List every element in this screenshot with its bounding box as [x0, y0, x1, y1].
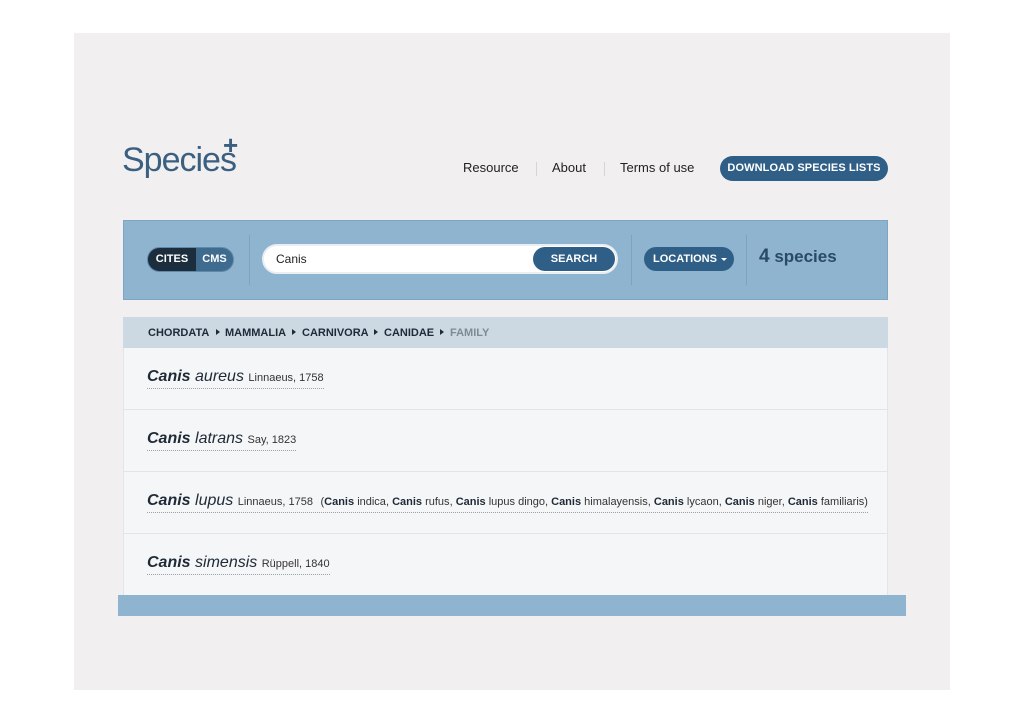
taxon-link[interactable]: Canis latrans Say, 1823	[147, 430, 297, 451]
breadcrumb-arrow-icon	[374, 329, 378, 335]
synonym-list: (Canis indica, Canis rufus, Canis lupus …	[317, 496, 868, 508]
taxon-epithet: latrans	[195, 430, 244, 447]
convention-toggle: CITES CMS	[147, 247, 234, 272]
locations-dropdown[interactable]: LOCATIONS	[644, 247, 734, 271]
breadcrumb-carnivora[interactable]: CARNIVORA	[302, 326, 369, 340]
breadcrumb-arrow-icon	[216, 329, 220, 335]
breadcrumb-mammalia[interactable]: MAMMALIA	[225, 326, 286, 340]
breadcrumb-arrow-icon	[292, 329, 296, 335]
breadcrumb-chordata[interactable]: CHORDATA	[148, 326, 209, 340]
nav-about[interactable]: About	[552, 159, 586, 177]
synonym-name: himalayensis	[584, 496, 648, 508]
toggle-cms[interactable]: CMS	[196, 248, 233, 271]
taxon-epithet: lupus	[195, 492, 234, 509]
taxon-author: Rüppell, 1840	[261, 558, 330, 570]
synonym-genus: Canis	[653, 496, 684, 508]
download-species-lists-button[interactable]: DOWNLOAD SPECIES LISTS	[720, 156, 888, 181]
taxon-genus: Canis	[147, 554, 191, 571]
footer-band	[118, 595, 906, 616]
nav-divider	[536, 162, 537, 176]
list-item: Canis latrans Say, 1823	[123, 410, 888, 472]
list-item: Canis aureus Linnaeus, 1758	[123, 348, 888, 410]
divider	[631, 235, 632, 285]
synonym-genus: Canis	[392, 496, 423, 508]
synonym-name: niger	[757, 496, 782, 508]
taxon-author: Linnaeus, 1758	[237, 496, 313, 508]
nav-terms-of-use[interactable]: Terms of use	[620, 159, 694, 177]
taxon-link[interactable]: Canis aureus Linnaeus, 1758	[147, 368, 324, 389]
taxon-genus: Canis	[147, 430, 191, 447]
synonym-name: rufus	[425, 496, 450, 508]
species-count-number: 4	[759, 246, 770, 267]
synonym-genus: Canis	[551, 496, 582, 508]
divider	[746, 235, 747, 285]
taxon-link[interactable]: Canis simensis Rüppell, 1840	[147, 554, 330, 575]
toggle-cites[interactable]: CITES	[148, 248, 196, 271]
breadcrumb-arrow-icon	[440, 329, 444, 335]
synonym-name: lycaon	[686, 496, 719, 508]
site-logo[interactable]: Species	[122, 141, 237, 179]
taxon-genus: Canis	[147, 492, 191, 509]
taxon-author: Say, 1823	[247, 434, 297, 446]
synonym-name: familiaris	[820, 496, 865, 508]
nav-divider	[604, 162, 605, 176]
synonym-genus: Canis	[455, 496, 486, 508]
list-item: Canis lupus Linnaeus, 1758 (Canis indica…	[123, 472, 888, 534]
synonym-genus: Canis	[724, 496, 755, 508]
taxon-link[interactable]: Canis lupus Linnaeus, 1758 (Canis indica…	[147, 492, 868, 513]
nav-resource[interactable]: Resource	[463, 159, 519, 177]
search-button[interactable]: SEARCH	[533, 247, 615, 271]
breadcrumb-rank-family: FAMILY	[450, 327, 490, 339]
breadcrumb-canidae[interactable]: CANIDAE	[384, 326, 434, 340]
taxon-epithet: aureus	[195, 368, 244, 385]
taxon-epithet: simensis	[195, 554, 258, 571]
species-count-unit: species	[774, 247, 837, 266]
taxon-genus: Canis	[147, 368, 191, 385]
synonym-genus: Canis	[787, 496, 818, 508]
list-item: Canis simensis Rüppell, 1840	[123, 534, 888, 596]
logo-text: Species	[122, 141, 237, 179]
locations-label: LOCATIONS	[653, 253, 717, 265]
divider	[249, 235, 250, 285]
search-input[interactable]: Canis	[276, 246, 526, 272]
taxon-author: Linnaeus, 1758	[248, 372, 324, 384]
synonym-genus: Canis	[324, 496, 355, 508]
synonym-name: indica	[357, 496, 386, 508]
species-count: 4 species	[759, 246, 837, 268]
caret-down-icon	[721, 258, 727, 261]
synonym-name: lupus dingo	[488, 496, 545, 508]
search-field: Canis SEARCH	[262, 244, 618, 274]
logo-plus-icon: +	[223, 130, 239, 160]
